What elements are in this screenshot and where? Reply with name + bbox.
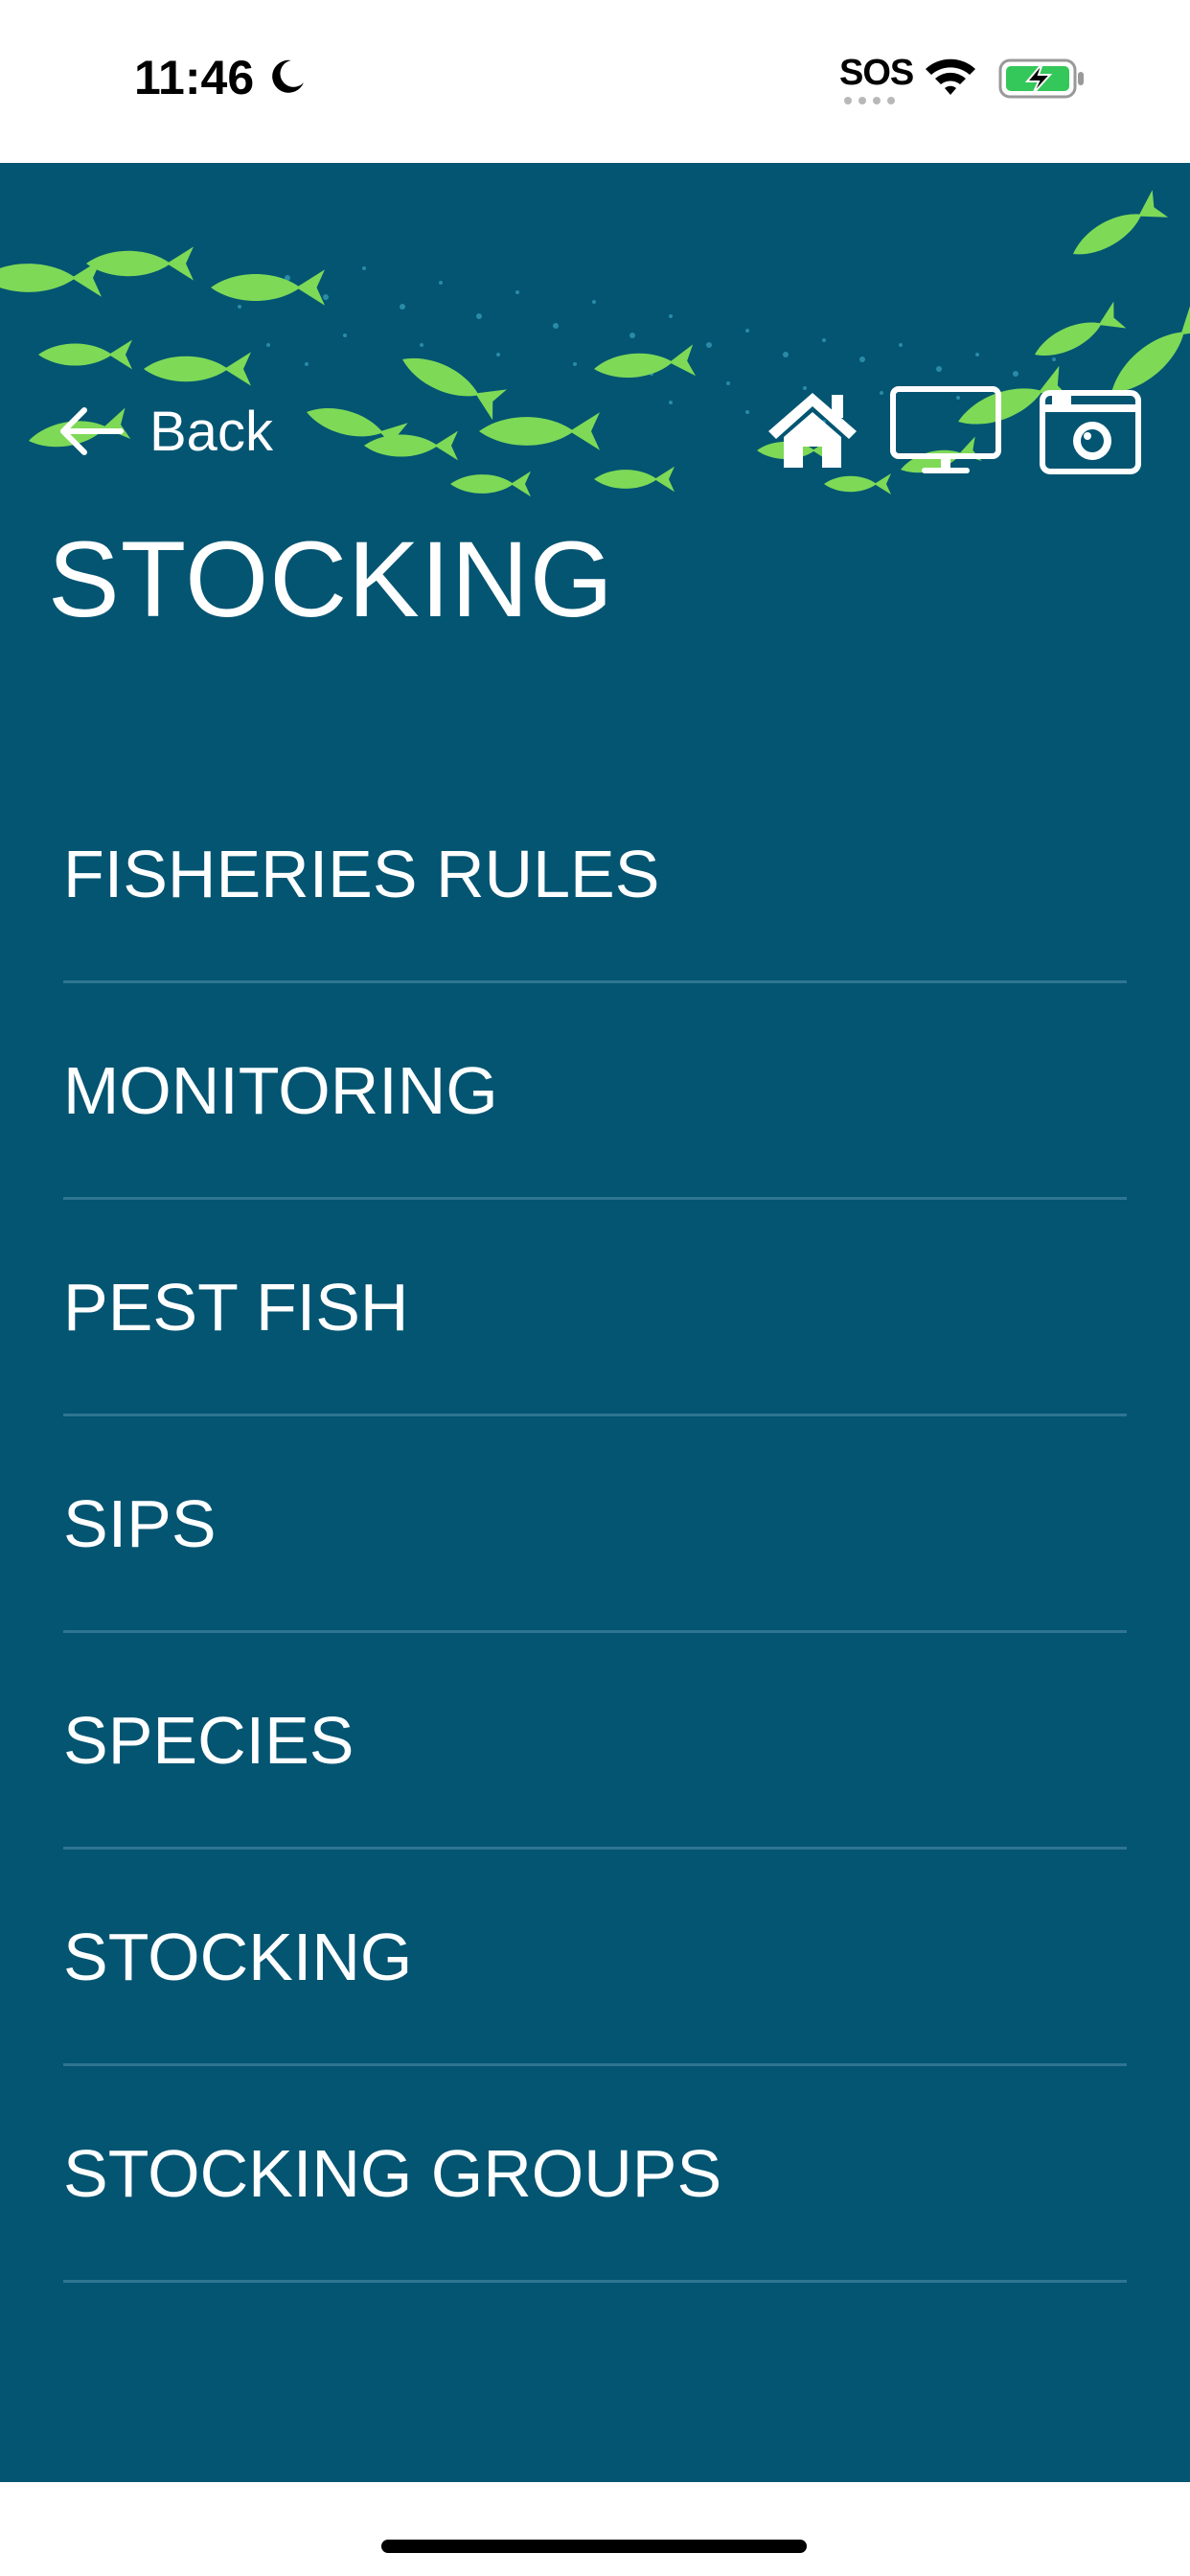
camera-icon[interactable] [1039,385,1142,475]
page-title: STOCKING [48,519,614,639]
menu-item-label: FISHERIES RULES [63,836,660,911]
menu-item-monitoring[interactable]: MONITORING [63,983,1127,1200]
menu-item-sips[interactable]: SIPS [63,1416,1127,1633]
home-icon[interactable] [765,389,860,470]
app-screen: Back STOCKING FISHERIES RULES MONITORING… [0,163,1190,2482]
back-button[interactable]: Back [56,393,273,470]
menu-item-species[interactable]: SPECIES [63,1633,1127,1850]
wifi-icon [926,58,975,95]
moon-icon [272,59,304,93]
signal-dots-icon [844,97,895,104]
menu-item-label: PEST FISH [63,1269,409,1345]
menu-item-fisheries-rules[interactable]: FISHERIES RULES [63,767,1127,983]
menu-item-stocking[interactable]: STOCKING [63,1850,1127,2066]
menu-list: FISHERIES RULES MONITORING PEST FISH SIP… [63,767,1127,2283]
battery-charging-icon [998,58,1084,99]
menu-item-label: MONITORING [63,1052,498,1128]
monitor-icon[interactable] [889,385,1002,477]
sos-indicator: SOS [839,53,914,93]
back-arrow-icon [60,407,124,455]
home-indicator-area [0,2482,1190,2576]
menu-item-pest-fish[interactable]: PEST FISH [63,1200,1127,1416]
menu-item-label: SIPS [63,1485,217,1561]
back-label: Back [149,400,273,463]
menu-item-label: STOCKING GROUPS [63,2135,722,2211]
status-bar: 11:46 SOS [0,0,1190,163]
menu-item-stocking-groups[interactable]: STOCKING GROUPS [63,2066,1127,2283]
home-indicator[interactable] [381,2540,807,2553]
menu-item-label: STOCKING [63,1919,413,1994]
menu-item-label: SPECIES [63,1702,355,1778]
status-time: 11:46 [134,51,255,104]
